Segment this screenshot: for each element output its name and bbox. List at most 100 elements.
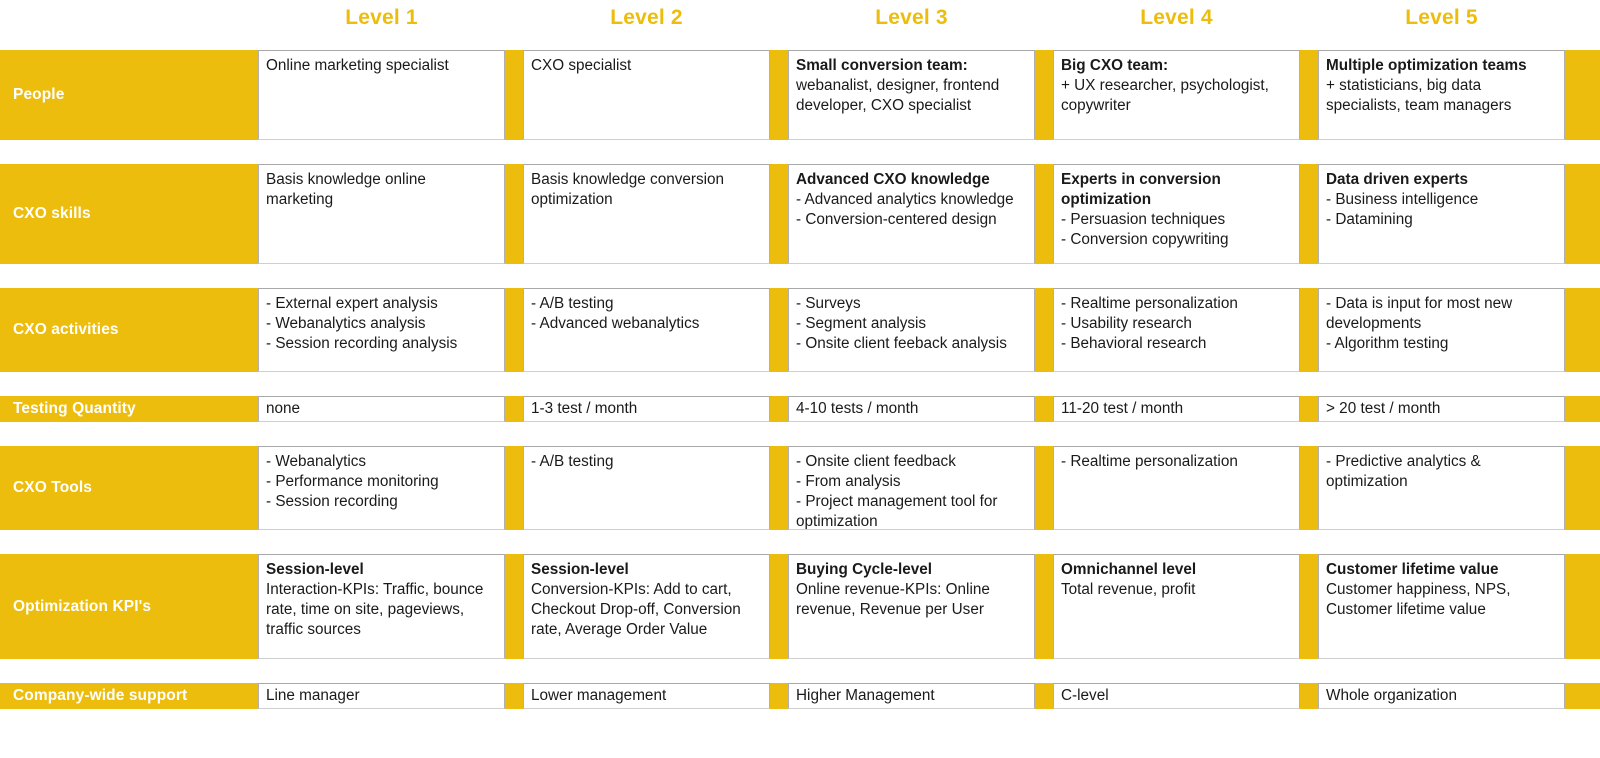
column-separator: [1300, 288, 1318, 372]
cell-heading: Big CXO team:: [1061, 57, 1169, 74]
row-label-cxo-activities: CXO activities: [0, 288, 258, 372]
row-endcap: [1565, 683, 1600, 709]
cell-cxo-activities-level-3: - Surveys - Segment analysis - Onsite cl…: [788, 288, 1035, 372]
cell-testing-quantity-level-5: > 20 test / month: [1318, 396, 1565, 422]
row-label-cxo-skills: CXO skills: [0, 164, 258, 264]
cell-company-wide-support-level-5: Whole organization: [1318, 683, 1565, 709]
cell-cxo-tools-level-3: - Onsite client feedback - From analysis…: [788, 446, 1035, 530]
cell-testing-quantity-level-1: none: [258, 396, 505, 422]
row-endcap: [1565, 164, 1600, 264]
column-separator: [505, 50, 523, 140]
column-separator: [1035, 50, 1053, 140]
cell-body: 1-3 test / month: [531, 399, 638, 417]
cell-cxo-tools-level-5: - Predictive analytics & optimization: [1318, 446, 1565, 530]
cell-people-level-1: Online marketing specialist: [258, 50, 505, 140]
cell-cxo-activities-level-5: - Data is input for most new development…: [1318, 288, 1565, 372]
column-separator: [770, 164, 788, 264]
cell-cxo-tools-level-2: - A/B testing: [523, 446, 770, 530]
header-body-spacer: [0, 36, 1600, 50]
column-separator: [1300, 554, 1318, 659]
cell-body: Line manager: [266, 686, 360, 704]
column-separator: [1035, 396, 1053, 422]
cell-cxo-tools-level-4: - Realtime personalization: [1053, 446, 1300, 530]
cell-body: - Business intelligence - Datamining: [1326, 191, 1479, 229]
column-separator: [770, 446, 788, 530]
cell-heading: Advanced CXO knowledge: [796, 171, 990, 188]
cell-body: - Persuasion techniques - Conversion cop…: [1061, 211, 1229, 249]
cell-body: webanalist, designer, frontend developer…: [796, 77, 1000, 115]
column-separator: [770, 683, 788, 709]
column-separator: [1300, 50, 1318, 140]
column-separator: [770, 554, 788, 659]
column-separator: [770, 50, 788, 140]
cell-heading: Buying Cycle-level: [796, 561, 933, 578]
column-separator: [1035, 683, 1053, 709]
cell-body: - Surveys - Segment analysis - Onsite cl…: [796, 295, 1007, 353]
cell-body: + UX researcher, psychologist, copywrite…: [1061, 77, 1269, 115]
row-endcap: [1565, 288, 1600, 372]
column-separator: [1035, 554, 1053, 659]
cell-body: Online revenue-KPIs: Online revenue, Rev…: [796, 581, 990, 619]
column-separator: [505, 164, 523, 264]
cell-people-level-3: Small conversion team: webanalist, design…: [788, 50, 1035, 140]
cell-cxo-skills-level-4: Experts in conversion optimization - Pers…: [1053, 164, 1300, 264]
cell-testing-quantity-level-3: 4-10 tests / month: [788, 396, 1035, 422]
column-separator: [1300, 396, 1318, 422]
cell-company-wide-support-level-2: Lower management: [523, 683, 770, 709]
column-header-level-5: Level 5: [1405, 5, 1478, 29]
column-separator: [505, 288, 523, 372]
cell-heading: Session-level: [266, 561, 364, 578]
cell-cxo-activities-level-1: - External expert analysis - Webanalytic…: [258, 288, 505, 372]
cell-body: Online marketing specialist: [266, 57, 449, 74]
cell-body: 11-20 test / month: [1061, 399, 1184, 417]
row-endcap: [1565, 396, 1600, 422]
cell-body: - Predictive analytics & optimization: [1326, 453, 1481, 491]
table-row-cxo-activities: CXO activities - External expert analysi…: [0, 288, 1600, 372]
row-endcap: [1565, 50, 1600, 140]
cell-testing-quantity-level-4: 11-20 test / month: [1053, 396, 1300, 422]
cell-body: Conversion-KPIs: Add to cart, Checkout D…: [531, 581, 741, 639]
column-separator: [505, 396, 523, 422]
row-label-cxo-tools: CXO Tools: [0, 446, 258, 530]
column-separator: [1300, 446, 1318, 530]
column-separator: [1300, 164, 1318, 264]
cell-optimization-kpis-level-4: Omnichannel level Total revenue, profit: [1053, 554, 1300, 659]
cell-body: C-level: [1061, 686, 1109, 704]
cell-body: - External expert analysis - Webanalytic…: [266, 295, 458, 353]
cell-optimization-kpis-level-2: Session-level Conversion-KPIs: Add to car…: [523, 554, 770, 659]
cell-body: > 20 test / month: [1326, 399, 1441, 417]
cell-company-wide-support-level-4: C-level: [1053, 683, 1300, 709]
cell-cxo-tools-level-1: - Webanalytics - Performance monitoring …: [258, 446, 505, 530]
table-row-cxo-tools: CXO Tools - Webanalytics - Performance m…: [0, 446, 1600, 530]
level-header-row: Level 1 Level 2 Level 3 Level 4 Level 5: [0, 0, 1600, 36]
cell-people-level-4: Big CXO team: + UX researcher, psychologi…: [1053, 50, 1300, 140]
cell-cxo-skills-level-2: Basis knowledge conversion optimization: [523, 164, 770, 264]
cell-optimization-kpis-level-5: Customer lifetime value Customer happines…: [1318, 554, 1565, 659]
cell-body: Whole organization: [1326, 686, 1457, 704]
cell-heading: Data driven experts: [1326, 171, 1468, 188]
cell-body: Basis knowledge online marketing: [266, 171, 426, 209]
cell-cxo-activities-level-4: - Realtime personalization - Usability r…: [1053, 288, 1300, 372]
maturity-model-matrix: Level 1 Level 2 Level 3 Level 4 Level 5 …: [0, 0, 1600, 758]
row-label-people: People: [0, 50, 258, 140]
cell-company-wide-support-level-1: Line manager: [258, 683, 505, 709]
cell-body: Lower management: [531, 686, 667, 704]
cell-optimization-kpis-level-3: Buying Cycle-level Online revenue-KPIs: O…: [788, 554, 1035, 659]
column-separator: [505, 446, 523, 530]
cell-body: CXO specialist: [531, 57, 632, 74]
cell-body: 4-10 tests / month: [796, 399, 919, 417]
cell-body: - Advanced analytics knowledge - Convers…: [796, 191, 1014, 229]
cell-heading: Customer lifetime value: [1326, 561, 1499, 578]
column-header-level-4: Level 4: [1140, 5, 1213, 29]
row-label-testing-quantity: Testing Quantity: [0, 396, 258, 422]
cell-body: Customer happiness, NPS, Customer lifeti…: [1326, 581, 1511, 619]
cell-body: Higher Management: [796, 686, 935, 704]
table-row-testing-quantity: Testing Quantity none 1-3 test / month 4…: [0, 396, 1600, 422]
column-separator: [770, 288, 788, 372]
cell-body: + statisticians, big data specialists, t…: [1326, 77, 1512, 115]
column-header-level-1: Level 1: [345, 5, 418, 29]
cell-body: - Realtime personalization - Usability r…: [1061, 295, 1238, 353]
column-separator: [1035, 164, 1053, 264]
cell-heading: Omnichannel level: [1061, 561, 1197, 578]
column-header-level-3: Level 3: [875, 5, 948, 29]
